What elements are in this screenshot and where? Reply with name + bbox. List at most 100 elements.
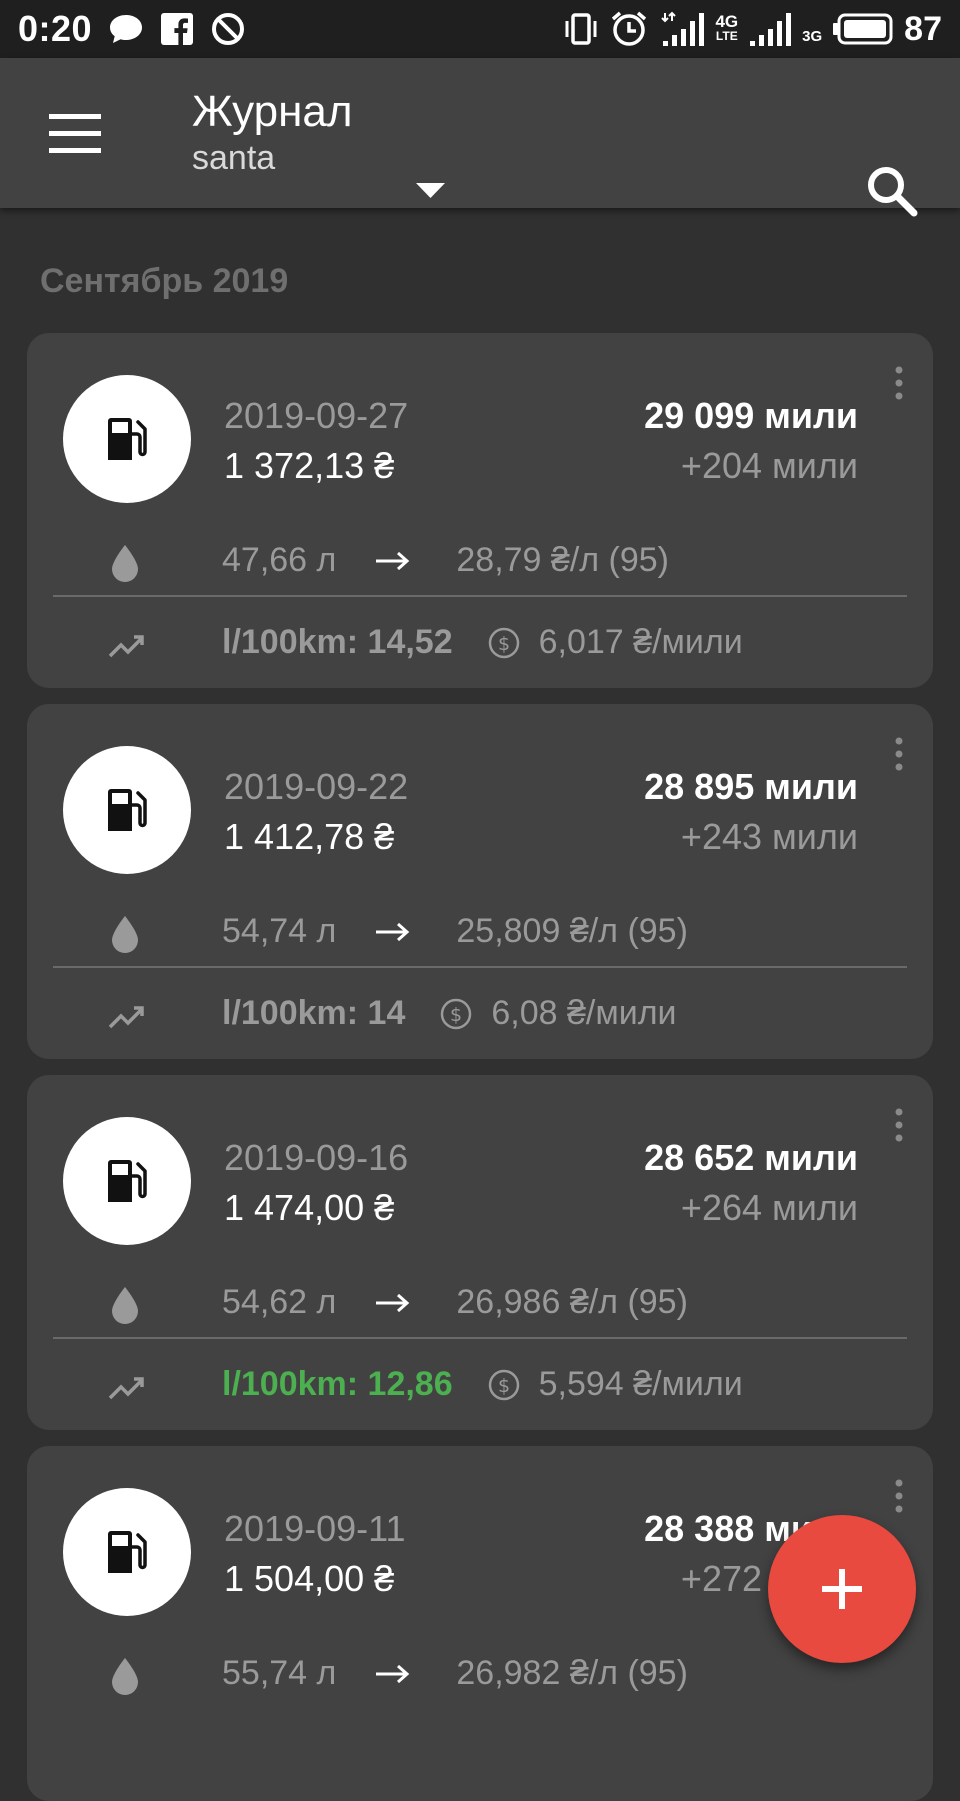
dollar-circle-icon: $ <box>488 627 519 658</box>
network-3g-label: 3G <box>802 27 823 45</box>
menu-button[interactable] <box>40 103 110 163</box>
month-header: Сентябрь 2019 <box>40 262 289 300</box>
fuel-entry-card[interactable]: 2019-09-16 1 474,00 ₴ 28 652 мили +264 м… <box>27 1075 933 1430</box>
entry-distance: +264 мили <box>680 1187 858 1228</box>
trending-icon <box>108 635 144 658</box>
entry-distance: +243 мили <box>680 816 858 857</box>
consumption-stats: l/100km: 14 $ 6,08 ₴/мили <box>222 994 677 1033</box>
search-button[interactable] <box>862 161 922 221</box>
fuel-price: 28,79 ₴/л (95) <box>456 541 670 579</box>
svg-text:$: $ <box>498 633 510 655</box>
fuel-drop-icon <box>112 1287 138 1324</box>
fuel-type-avatar <box>63 1488 191 1616</box>
fuel-volume: 47,66 л <box>222 541 337 579</box>
fuel-drop-icon <box>112 916 138 953</box>
fuel-entry-card[interactable]: 2019-09-22 1 412,78 ₴ 28 895 мили +243 м… <box>27 704 933 1059</box>
fuel-consumption: l/100km: 14,52 <box>222 623 453 661</box>
fuel-volume: 54,74 л <box>222 912 337 950</box>
gas-pump-icon <box>108 1160 147 1202</box>
entry-date: 2019-09-22 <box>224 766 409 807</box>
arrow-right-icon <box>376 1664 410 1683</box>
entry-odometer: 28 652 мили <box>644 1137 858 1178</box>
entry-odometer: 28 895 мили <box>644 766 858 807</box>
cost-per-distance: 6,08 ₴/мили <box>491 994 677 1032</box>
status-bar: 0:20 4G LTE 3G 87 <box>0 0 960 58</box>
fuel-type-avatar <box>63 375 191 503</box>
more-vert-icon <box>895 737 903 771</box>
consumption-stats: l/100km: 12,86 $ 5,594 ₴/мили <box>222 1365 743 1404</box>
fuel-consumption: l/100km: 14 <box>222 994 406 1032</box>
entry-date: 2019-09-16 <box>224 1137 409 1178</box>
vibrate-icon <box>565 13 597 45</box>
fuel-details: 54,74 л 25,809 ₴/л (95) <box>222 912 688 951</box>
gas-pump-icon <box>108 1531 147 1573</box>
hamburger-menu-icon <box>49 114 101 153</box>
arrow-right-icon <box>376 1293 410 1312</box>
fuel-price: 26,982 ₴/л (95) <box>456 1654 688 1692</box>
fuel-details: 55,74 л 26,982 ₴/л (95) <box>222 1654 688 1693</box>
card-divider <box>53 966 907 968</box>
arrow-right-icon <box>376 551 410 570</box>
more-vert-icon <box>895 1108 903 1142</box>
cost-per-distance: 6,017 ₴/мили <box>538 623 743 661</box>
svg-text:$: $ <box>498 1375 510 1397</box>
entry-cost: 1 474,00 ₴ <box>224 1187 395 1228</box>
more-vert-icon <box>895 366 903 400</box>
plus-icon <box>822 1569 862 1609</box>
trending-icon <box>108 1006 144 1029</box>
fuel-consumption: l/100km: 12,86 <box>222 1365 453 1403</box>
vehicle-name: santa <box>192 139 276 177</box>
alarm-icon <box>612 11 647 46</box>
entry-date: 2019-09-27 <box>224 395 409 436</box>
battery-icon <box>833 13 893 45</box>
card-divider <box>53 595 907 597</box>
do-not-disturb-icon <box>212 13 245 45</box>
arrow-right-icon <box>376 922 410 941</box>
fuel-volume: 55,74 л <box>222 1654 337 1692</box>
trending-icon <box>108 1377 144 1400</box>
dropdown-arrow-icon <box>416 183 445 198</box>
fuel-type-avatar <box>63 1117 191 1245</box>
more-options-button[interactable] <box>887 1476 911 1516</box>
fuel-volume: 54,62 л <box>222 1283 337 1321</box>
fuel-price: 26,986 ₴/л (95) <box>456 1283 688 1321</box>
signal-icon-secondary <box>750 13 792 46</box>
more-vert-icon <box>895 1479 903 1513</box>
status-time: 0:20 <box>18 8 93 49</box>
entry-cost: 1 372,13 ₴ <box>224 445 395 486</box>
entry-distance: +204 мили <box>680 445 858 486</box>
more-options-button[interactable] <box>887 363 911 403</box>
svg-text:$: $ <box>450 1004 462 1026</box>
entry-odometer: 29 099 мили <box>644 395 858 436</box>
more-options-button[interactable] <box>887 1105 911 1145</box>
journal-selector[interactable]: Журнал santa <box>192 86 353 178</box>
page-title: Журнал <box>192 87 353 136</box>
network-lte-text: LTE <box>715 29 738 43</box>
app-bar: Журнал santa <box>0 58 960 217</box>
fuel-drop-icon <box>112 1658 138 1695</box>
message-icon <box>110 15 143 43</box>
cost-per-distance: 5,594 ₴/мили <box>538 1365 743 1403</box>
signal-icon <box>661 11 705 46</box>
more-options-button[interactable] <box>887 734 911 774</box>
gas-pump-icon <box>108 789 147 831</box>
dollar-circle-icon: $ <box>488 1369 519 1400</box>
fuel-type-avatar <box>63 746 191 874</box>
fuel-entry-card[interactable]: 2019-09-27 1 372,13 ₴ 29 099 мили +204 м… <box>27 333 933 688</box>
facebook-icon <box>161 13 194 46</box>
fuel-drop-icon <box>112 545 138 582</box>
fuel-details: 54,62 л 26,986 ₴/л (95) <box>222 1283 688 1322</box>
entry-date: 2019-09-11 <box>224 1508 406 1549</box>
vehicle-dropdown-button[interactable] <box>408 168 453 213</box>
network-4g-text: 4G <box>715 12 739 31</box>
battery-level: 87 <box>904 9 942 48</box>
gas-pump-icon <box>108 418 147 460</box>
card-divider <box>53 1337 907 1339</box>
dollar-circle-icon: $ <box>441 998 472 1029</box>
consumption-stats: l/100km: 14,52 $ 6,017 ₴/мили <box>222 623 743 662</box>
fuel-details: 47,66 л 28,79 ₴/л (95) <box>222 541 669 580</box>
entry-cost: 1 412,78 ₴ <box>224 816 395 857</box>
add-entry-button[interactable] <box>768 1515 916 1663</box>
search-icon <box>868 167 918 217</box>
network-4g-lte-label: 4G LTE <box>715 12 739 43</box>
